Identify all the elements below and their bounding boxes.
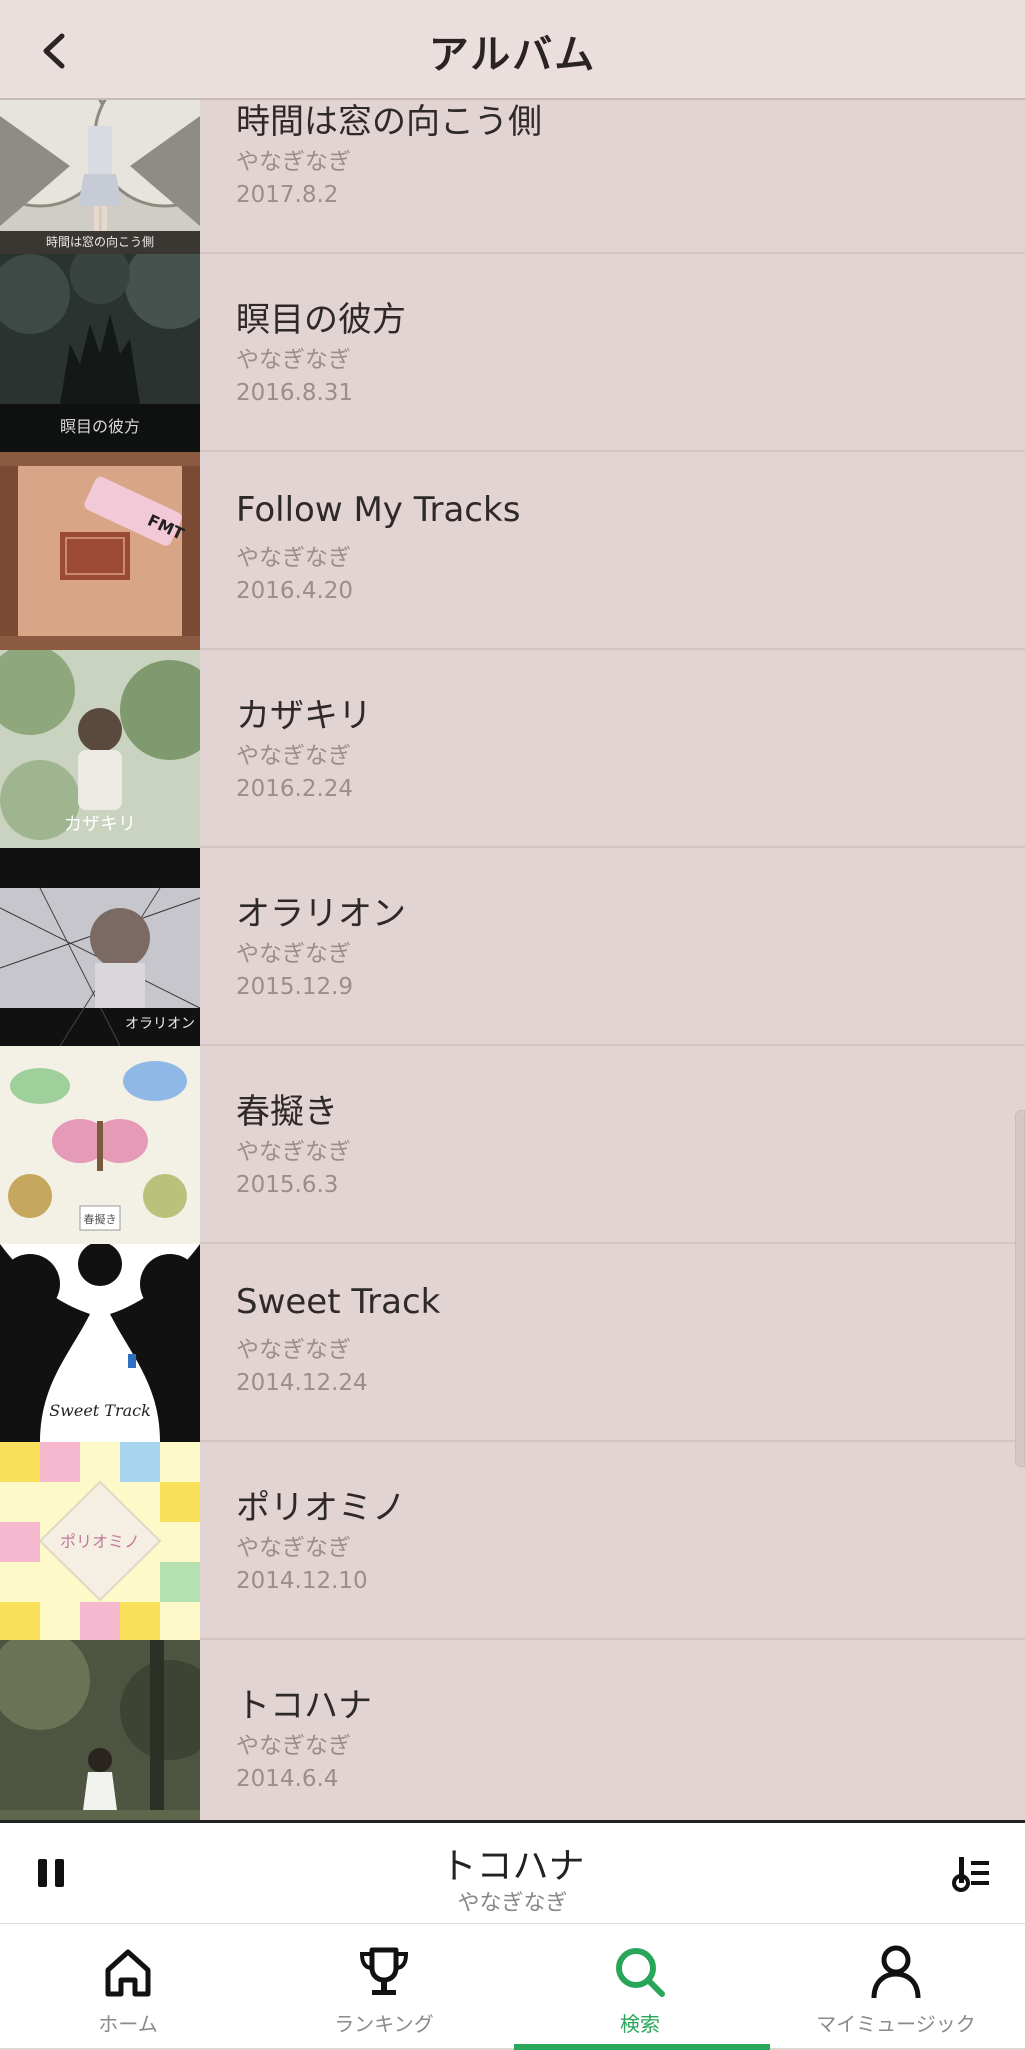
svg-text:時間は窓の向こう側: 時間は窓の向こう側	[46, 234, 154, 249]
album-title: 時間は窓の向こう側	[236, 102, 542, 142]
mini-player[interactable]: トコハナ やなぎなぎ	[0, 1820, 1025, 1924]
album-row[interactable]: ポリオミノ ポリオミノ やなぎなぎ 2014.12.10	[0, 1442, 1025, 1640]
album-title: Follow My Tracks	[236, 490, 521, 530]
now-playing-title: トコハナ	[440, 1846, 585, 1887]
album-cover: カザキリ	[0, 650, 200, 848]
album-artist: やなぎなぎ	[236, 347, 351, 373]
album-cover: 春擬き	[0, 1046, 200, 1244]
album-list[interactable]: 時間は窓の向こう側 時間は窓の向こう側 やなぎなぎ 2017.8.2 瞑目の彼方…	[0, 100, 1025, 1820]
album-artist: やなぎなぎ	[236, 545, 351, 571]
album-artist: やなぎなぎ	[236, 149, 351, 175]
trophy-icon	[359, 1947, 409, 1995]
album-title: 春擬き	[236, 1092, 338, 1132]
album-row[interactable]: 時間は窓の向こう側 時間は窓の向こう側 やなぎなぎ 2017.8.2	[0, 100, 1025, 254]
album-artist: やなぎなぎ	[236, 743, 351, 769]
svg-text:オラリオン: オラリオン	[125, 1016, 195, 1032]
album-release-date: 2015.12.9	[236, 974, 354, 1000]
album-release-date: 2017.8.2	[236, 182, 339, 208]
svg-text:Sweet Track: Sweet Track	[49, 1401, 151, 1420]
app-header: アルバム	[0, 0, 1025, 100]
page-title: アルバム	[428, 32, 597, 78]
playlist-queue-icon[interactable]	[951, 1851, 995, 1895]
search-icon	[616, 1948, 665, 1997]
album-row[interactable]: 春擬き 春擬き やなぎなぎ 2015.6.3	[0, 1046, 1025, 1244]
album-release-date: 2016.4.20	[236, 578, 354, 604]
active-tab-indicator	[514, 2044, 770, 2050]
album-cover: Sweet Track	[0, 1244, 200, 1442]
album-release-date: 2015.6.3	[236, 1172, 339, 1198]
album-title: トコハナ	[236, 1686, 372, 1726]
album-release-date: 2014.12.10	[236, 1568, 368, 1594]
person-icon	[871, 1945, 921, 1999]
nav-label: ホーム	[98, 2012, 158, 2036]
svg-text:ポリオミノ: ポリオミノ	[60, 1532, 140, 1551]
album-row[interactable]: トコハナ やなぎなぎ 2014.6.4	[0, 1640, 1025, 1820]
album-row[interactable]: FMT Follow My Tracks やなぎなぎ 2016.4.20	[0, 452, 1025, 650]
nav-label: 検索	[620, 2012, 660, 2036]
album-row[interactable]: オラリオン オラリオン やなぎなぎ 2015.12.9	[0, 848, 1025, 1046]
svg-text:春擬き: 春擬き	[84, 1212, 117, 1226]
album-release-date: 2016.8.31	[236, 380, 354, 406]
album-artist: やなぎなぎ	[236, 1337, 351, 1363]
album-artist: やなぎなぎ	[236, 1733, 351, 1759]
album-artist: やなぎなぎ	[236, 1139, 351, 1165]
nav-item-search[interactable]: 検索	[512, 1924, 768, 2048]
svg-text:瞑目の彼方: 瞑目の彼方	[60, 417, 140, 436]
album-row[interactable]: カザキリ カザキリ やなぎなぎ 2016.2.24	[0, 650, 1025, 848]
home-icon	[105, 1949, 151, 1997]
bottom-navigation: ホーム ランキング 検索 マイミュージック	[0, 1924, 1025, 2050]
svg-text:カザキリ: カザキリ	[64, 814, 136, 835]
nav-item-my-music[interactable]: マイミュージック	[768, 1924, 1024, 2048]
album-release-date: 2016.2.24	[236, 776, 354, 802]
album-title: カザキリ	[236, 696, 372, 736]
album-cover: オラリオン	[0, 848, 200, 1046]
album-cover: 時間は窓の向こう側	[0, 100, 200, 254]
album-release-date: 2014.12.24	[236, 1370, 368, 1396]
album-cover	[0, 1640, 200, 1820]
album-title: 瞑目の彼方	[236, 300, 406, 340]
nav-item-ranking[interactable]: ランキング	[256, 1924, 512, 2048]
album-row[interactable]: 瞑目の彼方 瞑目の彼方 やなぎなぎ 2016.8.31	[0, 254, 1025, 452]
album-title: ポリオミノ	[236, 1488, 406, 1528]
album-cover: 瞑目の彼方	[0, 254, 200, 452]
album-cover: FMT	[0, 452, 200, 650]
nav-item-home[interactable]: ホーム	[0, 1924, 256, 2048]
scrollbar-handle[interactable]	[1015, 1110, 1025, 1467]
now-playing-artist: やなぎなぎ	[457, 1891, 568, 1916]
album-artist: やなぎなぎ	[236, 1535, 351, 1561]
album-artist: やなぎなぎ	[236, 941, 351, 967]
album-title: オラリオン	[236, 894, 406, 934]
album-title: Sweet Track	[236, 1282, 441, 1322]
album-row[interactable]: Sweet Track Sweet Track やなぎなぎ 2014.12.24	[0, 1244, 1025, 1442]
album-release-date: 2014.6.4	[236, 1766, 339, 1792]
nav-label: マイミュージック	[816, 2012, 976, 2036]
album-cover: ポリオミノ	[0, 1442, 200, 1640]
nav-label: ランキング	[334, 2012, 434, 2036]
